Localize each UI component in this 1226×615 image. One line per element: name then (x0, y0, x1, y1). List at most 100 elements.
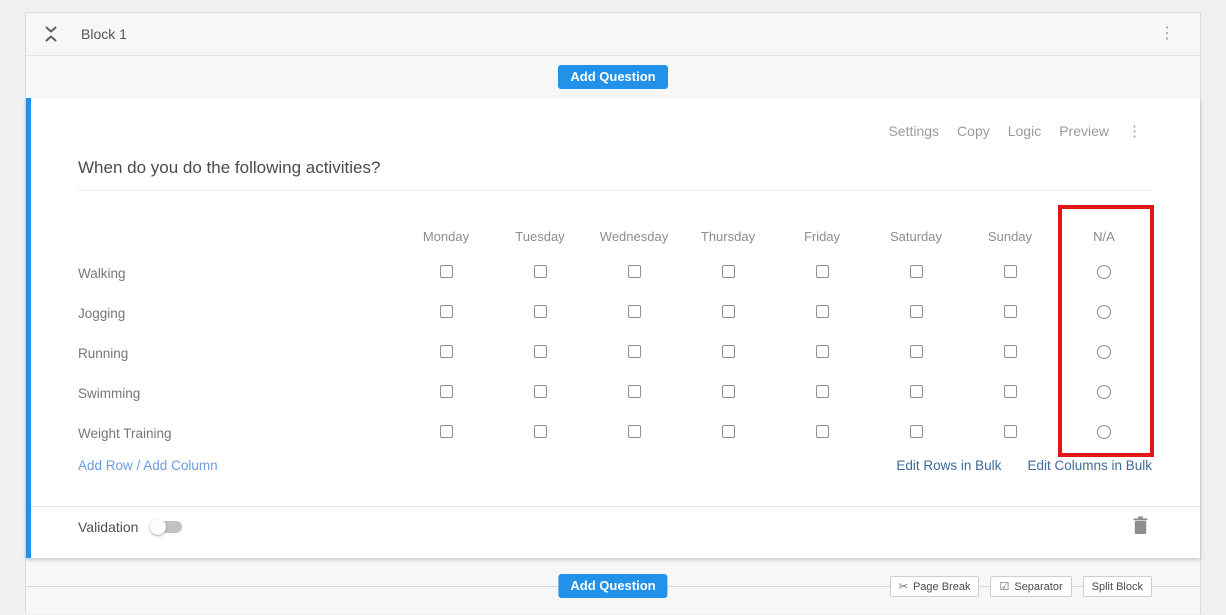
day-checkbox[interactable] (440, 265, 453, 278)
matrix-cell (399, 265, 493, 281)
day-checkbox[interactable] (722, 265, 735, 278)
day-checkbox[interactable] (440, 385, 453, 398)
block-header: Block 1 ⋮ (26, 13, 1200, 56)
day-checkbox[interactable] (910, 425, 923, 438)
matrix-cell (869, 305, 963, 321)
matrix-cell (493, 265, 587, 281)
page-break-button[interactable]: ✂ Page Break (890, 576, 980, 597)
matrix-cell (869, 345, 963, 361)
matrix-cell (775, 345, 869, 361)
day-checkbox[interactable] (1004, 345, 1017, 358)
matrix-row: Running (78, 333, 1151, 373)
matrix-cell (1057, 265, 1151, 282)
matrix-row: Swimming (78, 373, 1151, 413)
na-radio[interactable] (1097, 345, 1111, 359)
day-checkbox[interactable] (628, 425, 641, 438)
day-checkbox[interactable] (910, 345, 923, 358)
row-label: Walking (78, 266, 399, 281)
na-radio[interactable] (1097, 305, 1111, 319)
matrix-cell (587, 265, 681, 281)
matrix-cell (963, 385, 1057, 401)
day-checkbox[interactable] (816, 425, 829, 438)
footer-strip: Add Question ✂ Page Break ☑ Separator Sp… (26, 558, 1200, 615)
na-radio[interactable] (1097, 265, 1111, 279)
matrix-edit-links: Add Row / Add Column (78, 458, 218, 473)
copy-button[interactable]: Copy (957, 123, 990, 139)
matrix-cell (963, 265, 1057, 281)
question-title[interactable]: When do you do the following activities? (78, 158, 380, 178)
day-checkbox[interactable] (816, 345, 829, 358)
logic-button[interactable]: Logic (1008, 123, 1041, 139)
day-checkbox[interactable] (816, 265, 829, 278)
column-header-sunday: Sunday (963, 229, 1057, 244)
na-radio[interactable] (1097, 385, 1111, 399)
edit-rows-bulk-link[interactable]: Edit Rows in Bulk (896, 458, 1001, 473)
day-checkbox[interactable] (440, 305, 453, 318)
question-toolbar: Settings Copy Logic Preview ⋮ (888, 123, 1142, 139)
block-menu-kebab-icon[interactable]: ⋮ (1159, 26, 1175, 42)
day-checkbox[interactable] (1004, 265, 1017, 278)
column-header-wednesday: Wednesday (587, 229, 681, 244)
survey-block: Block 1 ⋮ Add Question Settings Copy Log… (25, 12, 1201, 614)
day-checkbox[interactable] (534, 265, 547, 278)
row-label: Running (78, 346, 399, 361)
matrix-cell (963, 425, 1057, 441)
preview-button[interactable]: Preview (1059, 123, 1109, 139)
matrix-cell (963, 345, 1057, 361)
day-checkbox[interactable] (628, 305, 641, 318)
settings-button[interactable]: Settings (888, 123, 939, 139)
day-checkbox[interactable] (440, 345, 453, 358)
bulk-edit-links: Edit Rows in Bulk Edit Columns in Bulk (896, 458, 1152, 473)
delete-question-trash-icon[interactable] (1133, 516, 1148, 540)
day-checkbox[interactable] (1004, 385, 1017, 398)
na-radio[interactable] (1097, 425, 1111, 439)
day-checkbox[interactable] (816, 385, 829, 398)
separator-icon: ☑ (999, 580, 1009, 593)
day-checkbox[interactable] (534, 425, 547, 438)
day-checkbox[interactable] (722, 425, 735, 438)
day-checkbox[interactable] (722, 345, 735, 358)
day-checkbox[interactable] (628, 385, 641, 398)
column-header-saturday: Saturday (869, 229, 963, 244)
day-checkbox[interactable] (628, 345, 641, 358)
day-checkbox[interactable] (910, 265, 923, 278)
day-checkbox[interactable] (534, 345, 547, 358)
day-checkbox[interactable] (440, 425, 453, 438)
add-question-button-top[interactable]: Add Question (558, 65, 667, 89)
day-checkbox[interactable] (816, 305, 829, 318)
separator-label: Separator (1014, 581, 1062, 593)
row-label: Jogging (78, 306, 399, 321)
edit-columns-bulk-link[interactable]: Edit Columns in Bulk (1027, 458, 1152, 473)
day-checkbox[interactable] (722, 305, 735, 318)
add-question-strip-top: Add Question (26, 56, 1200, 98)
matrix-row: Jogging (78, 293, 1151, 333)
matrix-cell (775, 265, 869, 281)
add-question-button-bottom[interactable]: Add Question (558, 574, 667, 598)
matrix-cell (399, 345, 493, 361)
day-checkbox[interactable] (534, 305, 547, 318)
split-block-button[interactable]: Split Block (1083, 576, 1152, 597)
validation-toggle-knob[interactable] (150, 519, 166, 535)
day-checkbox[interactable] (628, 265, 641, 278)
matrix-cell (869, 265, 963, 281)
matrix-cell (963, 305, 1057, 321)
title-underline (78, 190, 1152, 191)
add-column-link[interactable]: Add Column (143, 458, 217, 473)
question-menu-kebab-icon[interactable]: ⋮ (1127, 124, 1142, 139)
validation-divider (31, 506, 1200, 507)
day-checkbox[interactable] (910, 385, 923, 398)
separator-button[interactable]: ☑ Separator (990, 576, 1071, 597)
day-checkbox[interactable] (722, 385, 735, 398)
matrix-cell (775, 385, 869, 401)
validation-toggle[interactable] (152, 521, 182, 533)
day-checkbox[interactable] (1004, 305, 1017, 318)
matrix-cell (587, 345, 681, 361)
matrix-cell (399, 305, 493, 321)
day-checkbox[interactable] (910, 305, 923, 318)
add-row-link[interactable]: Add Row (78, 458, 133, 473)
day-checkbox[interactable] (534, 385, 547, 398)
row-label: Weight Training (78, 426, 399, 441)
collapse-block-icon[interactable] (44, 26, 58, 42)
page-break-icon: ✂ (899, 580, 908, 593)
day-checkbox[interactable] (1004, 425, 1017, 438)
